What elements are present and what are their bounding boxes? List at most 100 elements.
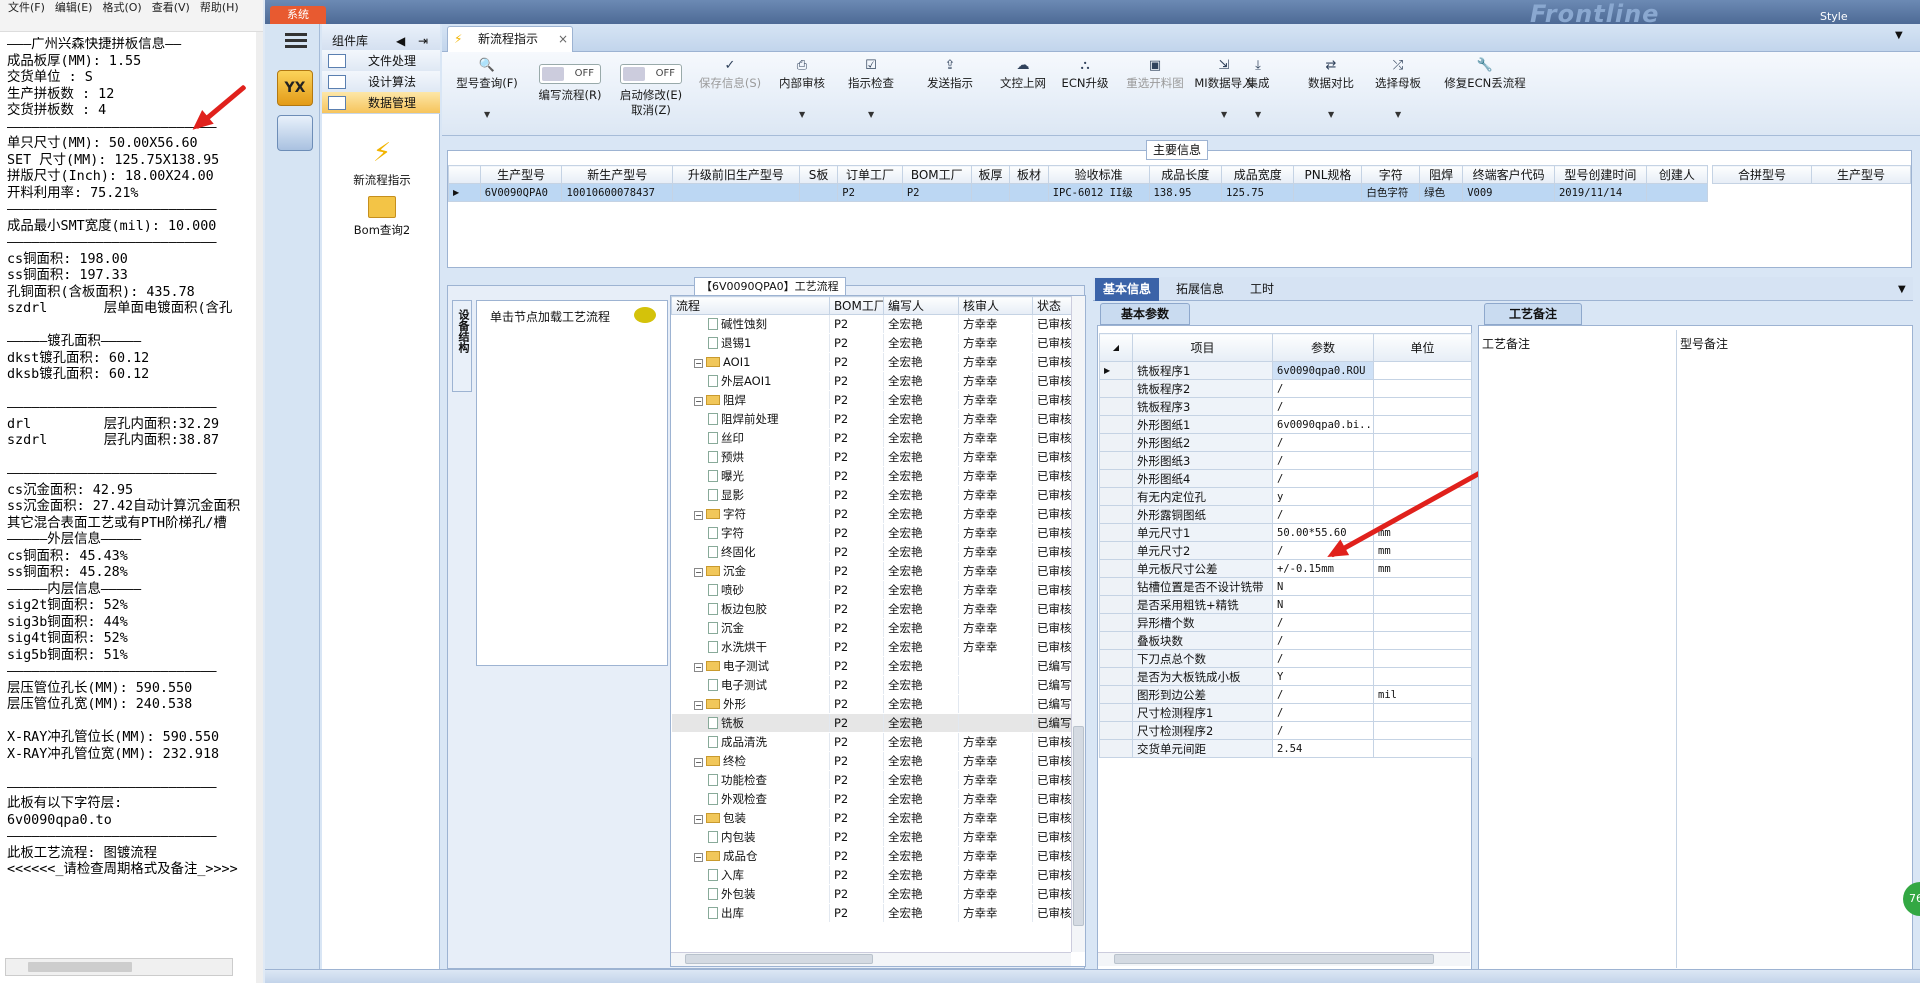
info-tab[interactable]: 拓展信息 [1168, 278, 1232, 301]
param-value[interactable]: / [1272, 721, 1374, 740]
ribbon-button[interactable]: ⤮ 选择母板 [1366, 58, 1430, 91]
param-row[interactable]: 外形图纸3/ [1099, 451, 1472, 470]
flow-row[interactable]: 水洗烘干 P2 全宏艳 方幸幸 已审核 [671, 637, 1074, 657]
param-value[interactable]: +/-0.15mm [1272, 559, 1374, 578]
param-row[interactable]: 单元尺寸1 50.00*55.60 mm [1099, 523, 1472, 542]
flow-row[interactable]: 字符 P2 全宏艳 方幸幸 已审核 [671, 523, 1074, 543]
main-cell[interactable] [1645, 183, 1709, 202]
notepad-menu-item[interactable]: 编辑(E) [55, 1, 93, 14]
ribbon-button[interactable]: ⛬ ECN升级 [1055, 58, 1115, 91]
main-col-header[interactable]: 字符 [1361, 165, 1421, 184]
ribbon-button[interactable]: ☑ 指示检查 [836, 58, 906, 91]
tab-process-remark[interactable]: 工艺备注 [1484, 303, 1582, 325]
main-col-header[interactable]: 创建人 [1645, 165, 1709, 184]
flow-row[interactable]: 曝光 P2 全宏艳 方幸幸 已审核 [671, 466, 1074, 486]
main-cell[interactable]: P2 [901, 183, 972, 202]
collapse-icon[interactable]: − [694, 853, 703, 862]
main-cell[interactable]: P2 [837, 183, 903, 202]
param-hscroll[interactable] [1098, 952, 1470, 966]
ribbon-button[interactable]: 🔧 修复ECN丢流程 [1440, 58, 1530, 91]
flow-node[interactable]: − AOI1 [671, 352, 830, 372]
param-row[interactable]: 铣板程序3/ [1099, 397, 1472, 416]
yx-app-icon[interactable]: YX [277, 70, 313, 106]
collapse-icon[interactable]: − [694, 511, 703, 520]
main-cell[interactable]: IPC-6012 II级 [1047, 183, 1150, 202]
param-value[interactable]: 6v0090qpa0.ROU [1272, 361, 1374, 380]
side-tab-equipment[interactable]: 设备结构 [452, 300, 472, 392]
main-col-header[interactable]: PNL规格 [1293, 165, 1363, 184]
param-value[interactable]: / [1272, 469, 1374, 488]
dropdown-arrow-icon[interactable]: ▼ [1221, 110, 1227, 119]
main-cell[interactable] [798, 183, 839, 202]
param-value[interactable]: / [1272, 397, 1374, 416]
flow-row[interactable]: 沉金 P2 全宏艳 方幸幸 已审核 [671, 618, 1074, 638]
param-unit[interactable] [1373, 631, 1472, 650]
param-row[interactable]: 外形图纸1 6v0090qpa0.bi... [1099, 415, 1472, 434]
ribbon-button[interactable]: ▣ 重选开料图 [1118, 58, 1192, 91]
flow-row[interactable]: 外观检查 P2 全宏艳 方幸幸 已审核 [671, 789, 1074, 809]
flow-node[interactable]: − 阻焊 [671, 390, 830, 410]
flow-row[interactable]: 外层AOI1 P2 全宏艳 方幸幸 已审核 [671, 371, 1074, 391]
param-unit[interactable] [1373, 613, 1472, 632]
ribbon-button[interactable]: OFF 编写流程(R) [530, 64, 610, 103]
flow-node[interactable]: 退锡1 [671, 333, 830, 353]
flow-node[interactable]: 曝光 [671, 466, 830, 486]
dropdown-arrow-icon[interactable]: ▼ [868, 110, 874, 119]
param-unit[interactable] [1373, 703, 1472, 722]
flow-tree[interactable]: 流程 BOM工厂 编写人 核审人 状态 碱性蚀刻 P2 全宏艳 方幸幸 已审核 退锡1 P2 全宏艳 方幸… [670, 295, 1086, 967]
chevron-down-icon[interactable]: ▼ [1895, 30, 1903, 41]
ribbon-button[interactable]: ⎙ 内部审核 [772, 58, 832, 91]
collapse-icon[interactable]: − [694, 815, 703, 824]
main-col-header[interactable]: 成品宽度 [1221, 165, 1295, 184]
param-row[interactable]: 外形图纸2/ [1099, 433, 1472, 452]
param-value[interactable]: / [1272, 649, 1374, 668]
main-cell[interactable] [1293, 183, 1363, 202]
param-unit[interactable] [1373, 397, 1472, 416]
param-row[interactable]: 有无内定位孔 y [1099, 487, 1472, 506]
notepad-menu-item[interactable]: 查看(V) [152, 1, 190, 14]
flow-row[interactable]: 退锡1 P2 全宏艳 方幸幸 已审核 [671, 333, 1074, 353]
param-value[interactable]: / [1272, 703, 1374, 722]
flow-node[interactable]: − 包装 [671, 808, 830, 828]
param-col-header[interactable]: 单位 [1373, 333, 1472, 362]
param-value[interactable]: y [1272, 487, 1374, 506]
param-value[interactable]: 6v0090qpa0.bi... [1272, 415, 1374, 434]
param-value[interactable]: 2.54 [1272, 739, 1374, 758]
param-value[interactable]: / [1272, 613, 1374, 632]
param-value[interactable]: / [1272, 685, 1374, 704]
toggle-switch[interactable]: OFF [539, 64, 601, 84]
main-col-header[interactable]: 成品长度 [1148, 165, 1223, 184]
dropdown-arrow-icon[interactable]: ▼ [484, 110, 490, 119]
flow-node[interactable]: 出库 [671, 903, 830, 923]
main-col-header[interactable]: 验收标准 [1047, 165, 1150, 184]
flow-row[interactable]: 功能检查 P2 全宏艳 方幸幸 已审核 [671, 770, 1074, 790]
flow-row[interactable]: 阻焊前处理 P2 全宏艳 方幸幸 已审核 [671, 409, 1074, 429]
main-col-header[interactable]: 升级前旧生产型号 [671, 165, 800, 184]
flow-node[interactable]: 电子测试 [671, 675, 830, 695]
param-unit[interactable] [1373, 667, 1472, 686]
comp-item[interactable]: 设计算法 [322, 71, 440, 93]
dropdown-arrow-icon[interactable]: ▼ [799, 110, 805, 119]
param-unit[interactable] [1373, 721, 1472, 740]
param-value[interactable]: Y [1272, 667, 1374, 686]
flow-node[interactable]: − 沉金 [671, 561, 830, 581]
param-unit[interactable]: mm [1373, 559, 1472, 578]
param-unit[interactable] [1373, 649, 1472, 668]
main-col-header[interactable]: 阻焊 [1419, 165, 1464, 184]
flow-row[interactable]: − 字符 P2 全宏艳 方幸幸 已审核 [671, 504, 1074, 524]
param-value[interactable]: / [1272, 433, 1374, 452]
flow-node[interactable]: − 成品仓 [671, 846, 830, 866]
param-row[interactable]: 单元尺寸2/mm [1099, 541, 1472, 560]
flow-node[interactable]: 阻焊前处理 [671, 409, 830, 429]
flow-node[interactable]: 沉金 [671, 618, 830, 638]
main-cell[interactable]: 6V0090QPA0 [479, 183, 563, 202]
flow-node[interactable]: 外观检查 [671, 789, 830, 809]
flow-col-header[interactable]: 编写人 [883, 296, 959, 315]
param-row[interactable]: 图形到边公差 / mil [1099, 685, 1472, 704]
flow-node[interactable]: 外层AOI1 [671, 371, 830, 391]
param-col-header[interactable]: 项目 [1132, 333, 1273, 362]
param-row[interactable]: 下刀点总个数 / [1099, 649, 1472, 668]
main-col-header[interactable]: S板 [798, 165, 839, 184]
ribbon-button[interactable]: OFF 启动修改(E) 取消(Z) [611, 64, 691, 118]
toggle-switch[interactable]: OFF [620, 64, 682, 84]
